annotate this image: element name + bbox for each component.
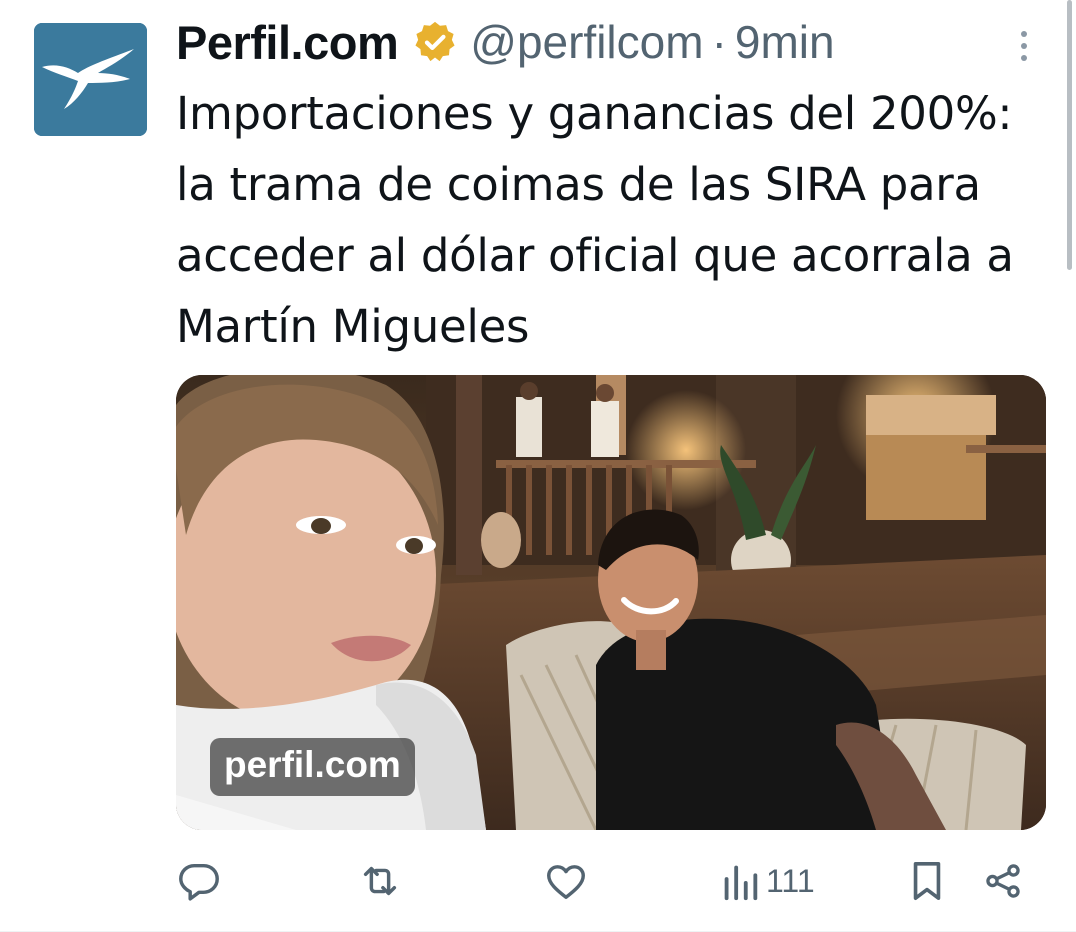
- views-count: 111: [766, 862, 815, 899]
- bookmark-button[interactable]: [906, 855, 948, 907]
- tweet-time[interactable]: 9min: [735, 15, 835, 69]
- author-handle[interactable]: @perfilcom: [470, 15, 703, 69]
- verified-gold-icon[interactable]: [412, 19, 458, 65]
- share-icon: [982, 858, 1024, 904]
- share-button[interactable]: [982, 855, 1024, 907]
- views-button[interactable]: 111: [720, 855, 815, 907]
- bookmark-icon: [906, 858, 948, 904]
- avatar[interactable]: [34, 23, 147, 136]
- scrollbar-thumb[interactable]: [1067, 0, 1072, 270]
- tweet-header: Perfil.com @perfilcom · 9min: [176, 12, 835, 72]
- separator-dot: ·: [711, 16, 727, 68]
- retweet-button[interactable]: [357, 855, 403, 907]
- views-chart-icon: [720, 858, 760, 904]
- heart-icon: [543, 858, 589, 904]
- bird-logo-icon: [34, 23, 147, 136]
- tweet[interactable]: Perfil.com @perfilcom · 9min Importacion…: [0, 0, 1076, 932]
- media-watermark: perfil.com: [210, 738, 415, 796]
- tweet-media-photo[interactable]: perfil.com: [176, 375, 1046, 830]
- more-options-icon[interactable]: [1012, 26, 1036, 66]
- retweet-icon: [357, 858, 403, 904]
- tweet-actions-bar: 111: [176, 855, 1036, 907]
- reply-icon: [176, 858, 222, 904]
- tweet-text: Importaciones y ganancias del 200%: la t…: [176, 87, 1014, 353]
- author-display-name[interactable]: Perfil.com: [176, 15, 399, 70]
- scrollbar[interactable]: [1062, 0, 1076, 280]
- reply-button[interactable]: [176, 855, 222, 907]
- like-button[interactable]: [543, 855, 589, 907]
